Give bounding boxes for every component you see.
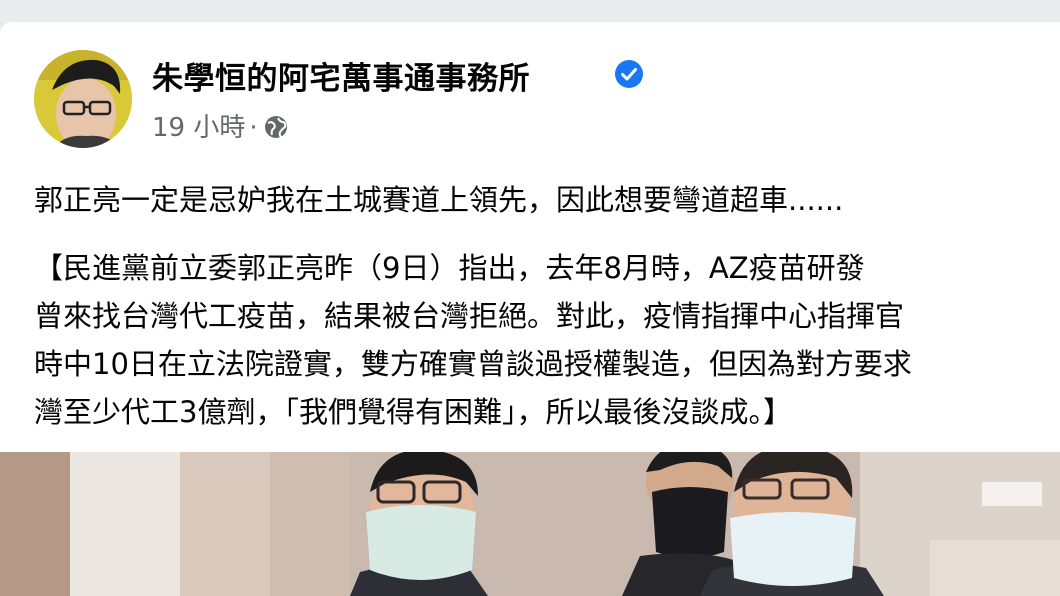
quote-line: 【民進黨前立委郭正亮昨（9日）指出，去年8月時，AZ疫苗研發 [34,251,865,285]
author-avatar[interactable] [34,50,132,148]
post-meta: 19 小時 · [152,107,290,144]
post-text: 郭正亮一定是忌妒我在土城賽道上領先，因此想要彎道超車...... [34,183,844,217]
quote-line: 時中10日在立法院證實，雙方確實曾談過授權製造，但因為對方要求 [34,347,912,381]
quote-line: 曾來找台灣代工疫苗，結果被台灣拒絕。對此，疫情指揮中心指揮官 [34,299,905,333]
post-quote: 【民進黨前立委郭正亮昨（9日）指出，去年8月時，AZ疫苗研發 曾來找台灣代工疫苗… [34,244,1060,436]
author-name[interactable]: 朱學恒的阿宅萬事通事務所 [152,53,530,98]
post-photo[interactable] [0,452,1060,596]
post-timestamp[interactable]: 19 小時 [152,107,245,144]
quote-line: 灣至少代工3億劑，「我們覺得有困難」，所以最後沒談成。】 [34,395,792,429]
globe-icon[interactable] [262,113,290,141]
post-card: 朱學恒的阿宅萬事通事務所 19 小時 · 郭正亮一定是忌妒我在土城賽道上領先，因此… [0,22,1060,452]
meta-separator: · [249,113,258,143]
verified-badge-icon [615,60,643,88]
